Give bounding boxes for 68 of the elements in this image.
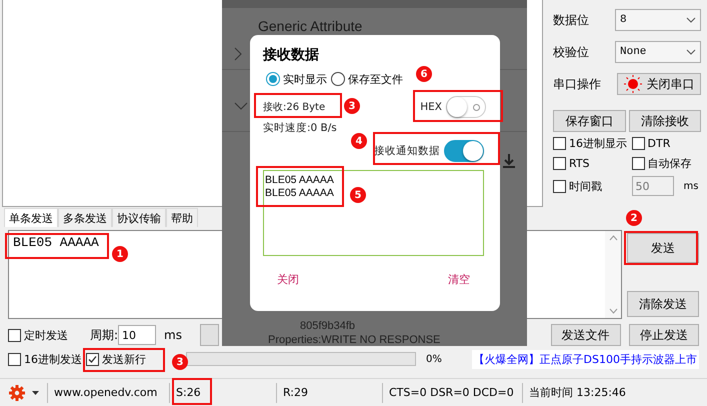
checkbox[interactable] (8, 352, 21, 366)
caret-icon[interactable] (32, 390, 39, 394)
send-file-button[interactable]: 发送文件 (550, 324, 621, 346)
mode-radio[interactable]: 保存至文件 (331, 71, 403, 87)
chevron-down-icon (686, 49, 696, 55)
download-icon[interactable] (503, 154, 515, 168)
field-label: 数据位 (553, 12, 589, 28)
unit-label: ms (684, 180, 698, 192)
tab[interactable]: 帮助 (166, 208, 198, 227)
option-checkbox[interactable]: 自动保存 (632, 156, 701, 171)
highlight-frame (172, 378, 212, 405)
speed-text: 实时速度:0 B/s (263, 121, 337, 135)
timed-send-checkbox[interactable]: 定时发送 (8, 328, 68, 342)
log-line: BLE05 AAAAA (265, 187, 334, 200)
panel-button[interactable]: 清除接收 (628, 110, 701, 132)
tab[interactable]: 协议传输 (112, 208, 166, 227)
dialog-title: 接收数据 (263, 46, 320, 65)
website-text: www.openedv.com (48, 382, 170, 402)
properties-text: Properties:WRITE NO RESPONSE (268, 334, 440, 346)
tab[interactable]: 单条发送 (4, 208, 58, 227)
clear-send-button[interactable]: 清除发送 (627, 291, 699, 317)
sent-count: S:26 (170, 382, 277, 402)
current-time: 当前时间 13:25:46 (528, 385, 627, 401)
dialog-button[interactable]: 关闭 (277, 272, 299, 287)
unit-label: ms (164, 328, 182, 342)
ad-link[interactable]: 【火爆全网】正点原子DS100手持示波器上市 (472, 350, 699, 368)
stop-send-button[interactable]: 停止发送 (628, 324, 699, 346)
checkbox[interactable] (632, 137, 645, 150)
checkbox[interactable] (553, 180, 566, 192)
progress-reading: 0% (426, 354, 442, 364)
field-label: 校验位 (553, 44, 589, 60)
send-button[interactable]: 发送 (627, 233, 699, 263)
tab[interactable]: 多条发送 (58, 208, 112, 227)
dropdown[interactable]: 8 (615, 9, 701, 31)
chevron-down-icon[interactable] (234, 102, 248, 110)
received-count: R:29 (277, 382, 383, 402)
uuid-text: 805f9b34fb (300, 320, 356, 332)
checkbox[interactable] (8, 328, 21, 342)
option-checkbox[interactable]: 时间戳 (553, 178, 630, 194)
received-bytes: 接收:26 Byte (263, 100, 326, 114)
mode-radio[interactable]: 实时显示 (266, 71, 327, 87)
checkbox[interactable] (553, 137, 566, 150)
new-line-checkbox[interactable]: 发送新行 (86, 352, 146, 366)
checkbox[interactable] (86, 352, 99, 366)
dropdown[interactable]: None (615, 41, 701, 63)
scroll-up-icon[interactable] (608, 235, 618, 241)
period-field[interactable]: 10 (118, 325, 156, 345)
step-badge: 3 (172, 354, 188, 370)
hex-send-checkbox[interactable]: 16进制发送 (8, 352, 82, 366)
field-label: 串口操作 (553, 76, 601, 92)
option-checkbox[interactable]: RTS (553, 157, 630, 170)
option-checkbox[interactable]: 16进制显示 (553, 136, 630, 151)
gear-icon[interactable] (8, 384, 26, 402)
checkbox[interactable] (632, 157, 645, 170)
log-line: BLE05 AAAAA (265, 174, 334, 187)
dialog-button[interactable]: 清空 (448, 272, 470, 287)
panel-button[interactable]: 保存窗口 (553, 110, 626, 132)
scroll-down-icon[interactable] (608, 308, 618, 314)
chevron-down-icon (686, 17, 696, 23)
checkbox[interactable] (553, 157, 566, 170)
period-label: 周期: (90, 326, 118, 344)
notify-toggle[interactable]: 接收通知数据 (374, 140, 484, 162)
signal-status: CTS=0 DSR=0 DCD=0 (383, 382, 523, 402)
section-title: Generic Attribute (258, 18, 362, 34)
chevron-right-icon[interactable] (234, 46, 242, 60)
option-checkbox[interactable]: DTR (632, 137, 701, 150)
step-badge: 2 (626, 210, 642, 226)
port-button[interactable]: 关闭串口 (617, 73, 701, 95)
